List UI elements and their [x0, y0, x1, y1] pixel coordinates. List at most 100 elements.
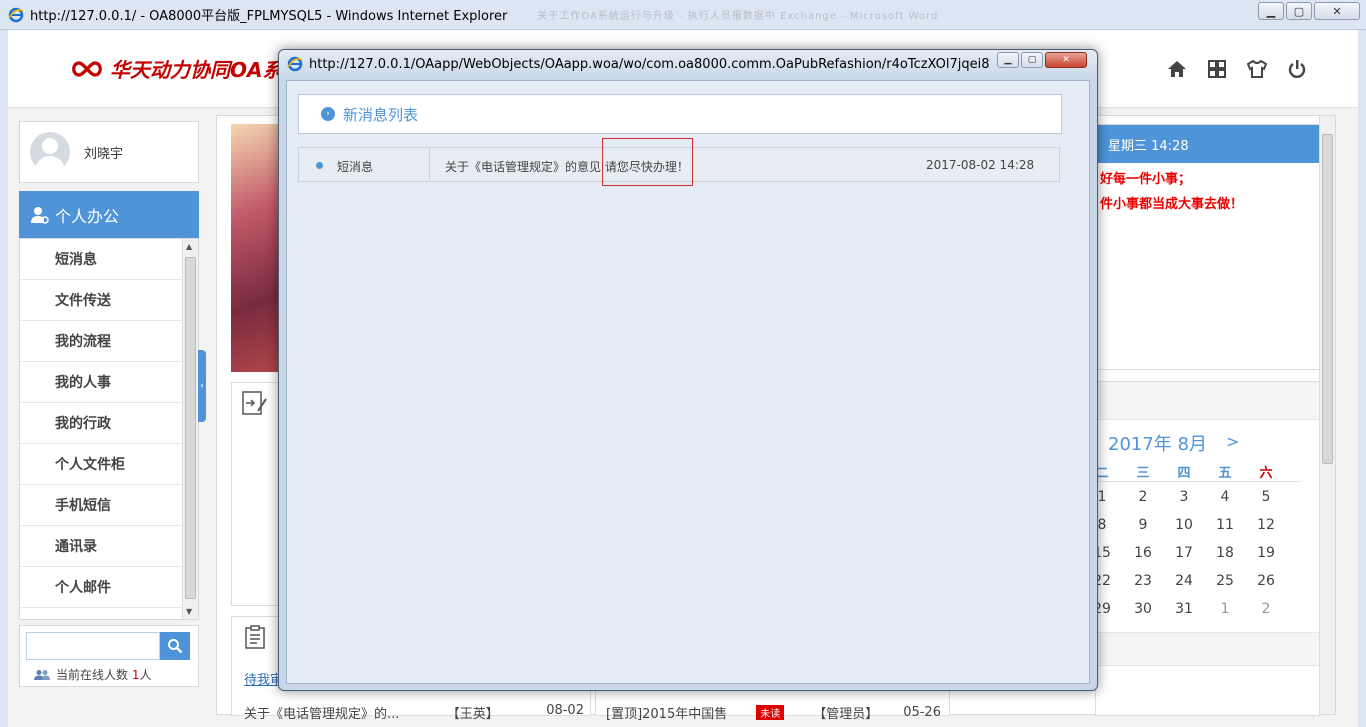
online-unit: 人: [139, 668, 152, 682]
browser-title: http://127.0.0.1/ - OA8000平台版_FPLMYSQL5 …: [30, 9, 508, 24]
online-label: 当前在线人数: [56, 668, 129, 682]
calendar-weekdays: 二 三 四 五 六: [1095, 462, 1301, 482]
calendar-day[interactable]: 26: [1246, 573, 1286, 589]
window-frame-right: [1358, 30, 1366, 727]
search-button[interactable]: [160, 632, 190, 660]
news-row-date: 05-26: [903, 705, 941, 720]
calendar-day[interactable]: 16: [1123, 545, 1163, 561]
calendar-day[interactable]: 23: [1123, 573, 1163, 589]
popup-window-buttons: ▁ ▢ ✕: [997, 52, 1087, 68]
main-scrollbar[interactable]: [1319, 116, 1335, 714]
date-bar: 星期三 14:28: [1096, 125, 1319, 163]
menu-item-my-workflow[interactable]: 我的流程: [20, 321, 182, 362]
header-toolbar: [1166, 58, 1308, 80]
calendar-day[interactable]: 31: [1164, 601, 1204, 617]
calendar: 2017年 8月 > 二 三 四 五 六 1 2 3 4 5 8 9 10 11…: [1093, 381, 1321, 716]
calendar-day[interactable]: 9: [1123, 517, 1163, 533]
menu-item-my-hr[interactable]: 我的人事: [20, 362, 182, 403]
ie-icon: [8, 7, 24, 22]
calendar-footer-bar: [1096, 632, 1321, 666]
calendar-day[interactable]: 25: [1205, 573, 1245, 589]
notice-line-1: 好每一件小事；: [1100, 172, 1192, 187]
calendar-day[interactable]: 11: [1205, 517, 1245, 533]
notice-box: 星期三 14:28 好每一件小事； 件小事都当成大事去做！: [1095, 124, 1320, 370]
menu-item-personal-file-cabinet[interactable]: 个人文件柜: [20, 444, 182, 485]
calendar-day[interactable]: 2: [1246, 601, 1286, 617]
calendar-day[interactable]: 19: [1246, 545, 1286, 561]
sidebar: 刘晓宇 个人办公 短消息 文件传送 我的流程 我的人事 我的行政 个人文件柜 手…: [19, 121, 199, 706]
calendar-day[interactable]: 18: [1205, 545, 1245, 561]
browser-window-buttons: ▁ ▢ ✕: [1258, 2, 1360, 20]
logo: 华天动力协同OA系: [70, 54, 282, 83]
menu-scrollbar-thumb[interactable]: [185, 257, 196, 599]
popup-minimize-button[interactable]: ▁: [997, 52, 1019, 68]
popup-titlebar: http://127.0.0.1/OAapp/WebObjects/OAapp.…: [279, 50, 1097, 78]
close-button[interactable]: ✕: [1314, 2, 1360, 20]
calendar-next-button[interactable]: >: [1226, 432, 1239, 451]
calendar-day[interactable]: 30: [1123, 601, 1163, 617]
edit-document-icon: [242, 391, 267, 415]
popup-close-button[interactable]: ✕: [1045, 52, 1087, 68]
calendar-day[interactable]: 17: [1164, 545, 1204, 561]
weekday-label: 五: [1218, 466, 1232, 481]
date-time: 星期三 14:28: [1108, 138, 1189, 154]
infinity-logo-icon: [72, 60, 102, 77]
browser-titlebar: http://127.0.0.1/ - OA8000平台版_FPLMYSQL5 …: [0, 0, 1366, 30]
weekday-label: 三: [1136, 466, 1150, 481]
power-icon[interactable]: [1286, 58, 1308, 80]
calendar-day[interactable]: 24: [1164, 573, 1204, 589]
calendar-title: 2017年 8月: [1108, 434, 1207, 455]
clipboard-icon: [245, 625, 265, 649]
home-icon[interactable]: [1166, 58, 1188, 80]
weekday-label: 四: [1177, 466, 1191, 481]
menu-item-contacts[interactable]: 通讯录: [20, 526, 182, 567]
arrow-right-circle-icon: ›: [321, 107, 335, 121]
popup-body: › 新消息列表 短消息 关于《电话管理规定》的意见 请您尽快办理！ 2017-0…: [286, 80, 1090, 684]
calendar-day[interactable]: 4: [1205, 489, 1245, 505]
news-row-user: 【管理员】: [813, 707, 879, 722]
menu-header-personal-office[interactable]: 个人办公: [19, 191, 199, 238]
menu-scrollbar[interactable]: ▲ ▼: [182, 239, 198, 619]
pending-row[interactable]: 关于《电话管理规定》的... 【王英】 08-02: [244, 703, 584, 722]
calendar-day[interactable]: 3: [1164, 489, 1204, 505]
menu-item-personal-mail[interactable]: 个人邮件: [20, 567, 182, 608]
popup-title: http://127.0.0.1/OAapp/WebObjects/OAapp.…: [309, 56, 989, 72]
blurred-background-window: 关于工作OA系统运行与升级 - 执行人员报数据中 Exchange - Micr…: [537, 11, 939, 22]
users-icon: [34, 669, 50, 680]
menu-list: 短消息 文件传送 我的流程 我的人事 我的行政 个人文件柜 手机短信 通讯录 个…: [19, 238, 199, 620]
unread-dot-icon: [316, 162, 323, 169]
popup-maximize-button[interactable]: ▢: [1021, 52, 1043, 68]
calendar-day[interactable]: 10: [1164, 517, 1204, 533]
calendar-day[interactable]: 5: [1246, 489, 1286, 505]
message-list-header: › 新消息列表: [298, 94, 1062, 134]
calendar-day[interactable]: 12: [1246, 517, 1286, 533]
calendar-day[interactable]: 2: [1123, 489, 1163, 505]
search-box: 当前在线人数 1人: [19, 625, 199, 687]
main-scrollbar-thumb[interactable]: [1322, 134, 1333, 464]
message-list-title: 新消息列表: [343, 105, 419, 124]
message-row[interactable]: 短消息 关于《电话管理规定》的意见 请您尽快办理！ 2017-08-02 14:…: [298, 138, 1060, 186]
ie-icon: [287, 56, 303, 72]
menu-item-sms[interactable]: 手机短信: [20, 485, 182, 526]
calendar-header-bar: [1096, 382, 1319, 420]
calendar-day[interactable]: 1: [1205, 601, 1245, 617]
logo-text: 华天动力协同OA系: [110, 58, 283, 82]
avatar[interactable]: [30, 132, 70, 172]
menu-item-file-transfer[interactable]: 文件传送: [20, 280, 182, 321]
user-name: 刘晓宇: [84, 146, 124, 162]
maximize-button[interactable]: ▢: [1286, 2, 1312, 20]
scroll-up-arrow-icon[interactable]: ▲: [186, 242, 192, 251]
search-input[interactable]: [26, 632, 160, 660]
new-message-popup: http://127.0.0.1/OAapp/WebObjects/OAapp.…: [278, 49, 1098, 691]
news-row[interactable]: [置顶]2015年中国售 未读 【管理员】 05-26: [606, 703, 941, 722]
message-time: 2017-08-02 14:28: [926, 158, 1035, 172]
highlight-annotation-box: [602, 138, 693, 186]
menu-item-my-admin[interactable]: 我的行政: [20, 403, 182, 444]
scroll-down-arrow-icon[interactable]: ▼: [186, 607, 192, 616]
grid-icon[interactable]: [1206, 58, 1228, 80]
sidebar-collapse-tab[interactable]: ‹: [198, 350, 206, 422]
shirt-icon[interactable]: [1246, 58, 1268, 80]
search-icon: [168, 639, 183, 654]
menu-item-short-message[interactable]: 短消息: [20, 239, 182, 280]
minimize-button[interactable]: ▁: [1258, 2, 1284, 20]
